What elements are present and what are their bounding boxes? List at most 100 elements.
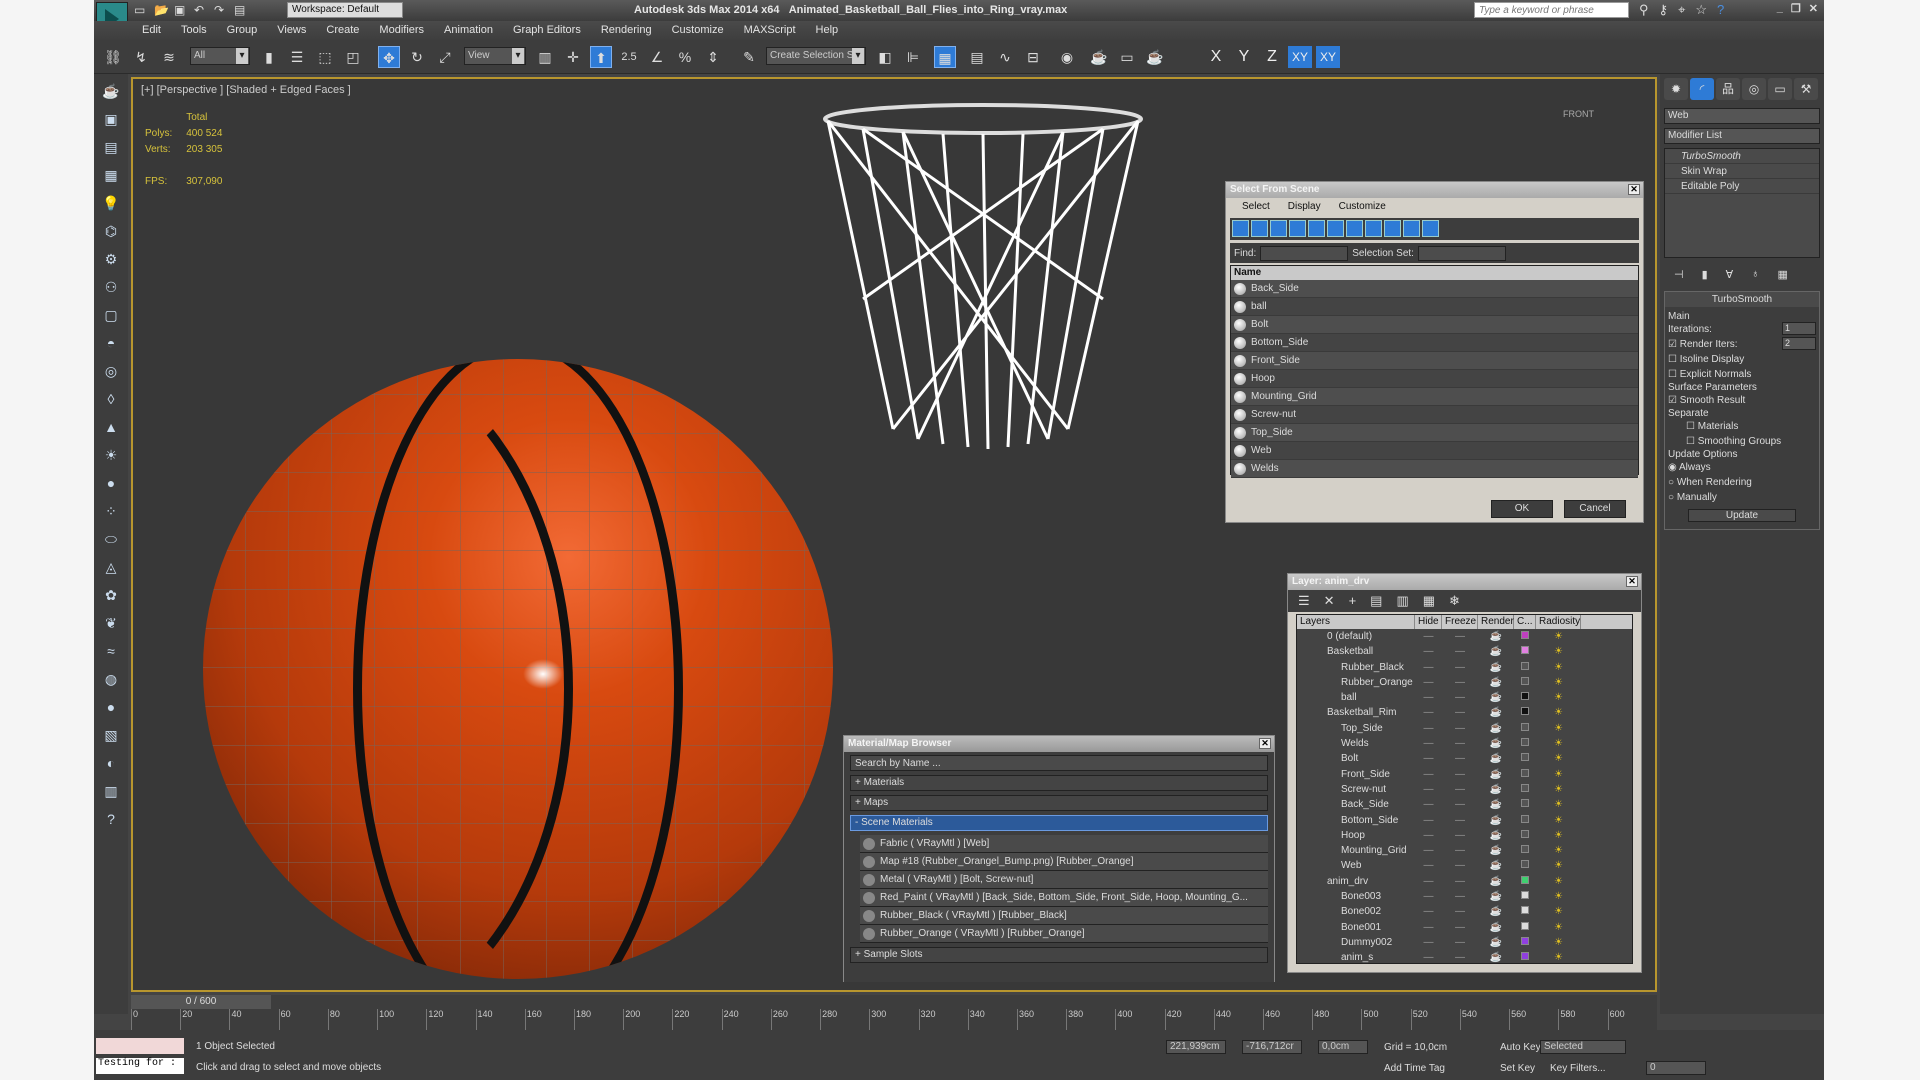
restore-icon[interactable]: ❐ <box>1791 2 1801 15</box>
freeze-toggle[interactable]: — <box>1442 935 1478 950</box>
keyboard-shortcut-toggle-icon[interactable]: ⬆ <box>590 46 612 68</box>
render-toggle-icon[interactable]: ☕ <box>1478 874 1514 889</box>
layer-row[interactable]: Back_Side — — ☕ ☀ <box>1297 797 1632 812</box>
layer-color-swatch[interactable] <box>1514 721 1536 736</box>
radiosity-icon[interactable]: ☀ <box>1536 690 1581 705</box>
mirror-icon[interactable]: ◧ <box>874 46 896 68</box>
render-toggle-icon[interactable]: ☕ <box>1478 705 1514 720</box>
freeze-toggle[interactable]: — <box>1442 843 1478 858</box>
angle-snap-icon[interactable]: ∠ <box>646 46 668 68</box>
col-freeze[interactable]: Freeze <box>1442 615 1478 629</box>
layer-row[interactable]: Front_Side — — ☕ ☀ <box>1297 767 1632 782</box>
percent-snap-icon[interactable]: % <box>674 46 696 68</box>
radiosity-icon[interactable]: ☀ <box>1536 904 1581 919</box>
hedra-icon[interactable]: ◊ <box>100 388 122 410</box>
sun-icon[interactable]: ☀ <box>100 444 122 466</box>
scene-object-row[interactable]: Mounting_Grid <box>1231 388 1638 406</box>
menu-rendering[interactable]: Rendering <box>601 21 652 40</box>
object-name-field[interactable]: Web <box>1664 108 1820 124</box>
hide-toggle[interactable]: — <box>1415 904 1442 919</box>
scene-material-item[interactable]: Metal ( VRayMtl ) [Bolt, Screw-nut] <box>860 871 1268 889</box>
scene-explorer-icon[interactable]: ▤ <box>966 46 988 68</box>
light-icon[interactable]: 💡 <box>100 192 122 214</box>
col-render[interactable]: Render <box>1478 615 1514 629</box>
particles-icon[interactable]: ⁘ <box>100 500 122 522</box>
restrict-z-button[interactable]: Z <box>1260 46 1284 68</box>
link-icon[interactable]: ⛓ <box>102 46 124 68</box>
x-coordinate-field[interactable]: 221,939cm <box>1166 1040 1226 1054</box>
select-move-icon[interactable]: ✥ <box>378 46 400 68</box>
ok-button[interactable]: OK <box>1491 500 1553 518</box>
freeze-toggle[interactable]: — <box>1442 782 1478 797</box>
scene-material-item[interactable]: Red_Paint ( VRayMtl ) [Back_Side, Bottom… <box>860 889 1268 907</box>
basketball-model[interactable] <box>203 359 833 979</box>
radiosity-icon[interactable]: ☀ <box>1536 828 1581 843</box>
manually-radio[interactable]: ○ Manually <box>1668 490 1717 505</box>
freeze-toggle[interactable]: — <box>1442 705 1478 720</box>
helper-icon[interactable]: ⚙ <box>100 248 122 270</box>
hair-icon[interactable]: ≈ <box>100 640 122 662</box>
render-toggle-icon[interactable]: ☕ <box>1478 767 1514 782</box>
xref-filter-icon[interactable] <box>1365 220 1382 237</box>
layer-color-swatch[interactable] <box>1514 935 1536 950</box>
pill-icon[interactable]: ⬭ <box>100 528 122 550</box>
current-frame-field[interactable]: 0 <box>1646 1061 1706 1075</box>
layer-color-swatch[interactable] <box>1514 675 1536 690</box>
render-production-icon[interactable]: ☕ <box>1144 46 1166 68</box>
smooth-result-checkbox[interactable]: Smooth Result <box>1668 393 1746 408</box>
stack-item-skin-wrap[interactable]: Skin Wrap <box>1665 164 1819 179</box>
torus-icon[interactable]: ◎ <box>100 360 122 382</box>
menu-modifiers[interactable]: Modifiers <box>379 21 424 40</box>
layer-color-swatch[interactable] <box>1514 736 1536 751</box>
freeze-toggle[interactable]: — <box>1442 675 1478 690</box>
create-layer-icon[interactable]: ☰ <box>1298 593 1310 609</box>
camera-filter-icon[interactable] <box>1289 220 1306 237</box>
layer-color-swatch[interactable] <box>1514 874 1536 889</box>
scene-material-item[interactable]: Map #18 (Rubber_Orangel_Bump.png) [Rubbe… <box>860 853 1268 871</box>
menu-customize[interactable]: Customize <box>1339 201 1386 212</box>
hide-toggle[interactable]: — <box>1415 629 1442 644</box>
freeze-toggle[interactable]: — <box>1442 920 1478 935</box>
key-icon[interactable]: ⚷ <box>1659 2 1669 18</box>
hide-toggle[interactable]: — <box>1415 874 1442 889</box>
make-unique-icon[interactable]: ∀ <box>1726 268 1734 281</box>
light-filter-icon[interactable] <box>1270 220 1287 237</box>
col-color[interactable]: C... <box>1514 615 1536 629</box>
menu-animation[interactable]: Animation <box>444 21 493 40</box>
maxscript-output[interactable]: Testing for : <box>96 1058 184 1074</box>
hide-toggle[interactable]: — <box>1415 767 1442 782</box>
hierarchy-tab-icon[interactable]: 品 <box>1716 78 1740 100</box>
menu-help[interactable]: Help <box>816 21 839 40</box>
layer-color-swatch[interactable] <box>1514 904 1536 919</box>
select-rotate-icon[interactable]: ↻ <box>406 46 428 68</box>
align-icon[interactable]: ⊫ <box>902 46 924 68</box>
menu-group[interactable]: Group <box>227 21 258 40</box>
binoculars-icon[interactable]: ⚲ <box>1639 2 1649 18</box>
render-toggle-icon[interactable]: ☕ <box>1478 751 1514 766</box>
render-toggle-icon[interactable]: ☕ <box>1478 797 1514 812</box>
menu-graph-editors[interactable]: Graph Editors <box>513 21 581 40</box>
always-radio[interactable]: ◉ Always <box>1668 460 1711 475</box>
radiosity-icon[interactable]: ☀ <box>1536 705 1581 720</box>
batch-render-icon[interactable]: ▥ <box>100 780 122 802</box>
close-icon[interactable]: ✕ <box>1626 576 1638 587</box>
radiosity-icon[interactable]: ☀ <box>1536 660 1581 675</box>
named-selection-dropdown[interactable]: Create Selection Se <box>766 47 866 65</box>
hide-toggle[interactable]: — <box>1415 843 1442 858</box>
spacewarp-filter-icon[interactable] <box>1327 220 1344 237</box>
ref-coord-dropdown[interactable]: View <box>464 47 526 65</box>
timeline[interactable]: 0 / 600 0 20 40 60 80 100 120 140 160 180 200 220 24… <box>131 995 1657 1030</box>
render-toggle-icon[interactable]: ☕ <box>1478 813 1514 828</box>
isoline-display-checkbox[interactable]: Isoline Display <box>1668 352 1744 367</box>
col-layers[interactable]: Layers <box>1297 615 1415 629</box>
selection-set-dropdown[interactable] <box>1417 245 1506 261</box>
open-file-icon[interactable]: 📂 <box>154 3 169 17</box>
layer-color-swatch[interactable] <box>1514 690 1536 705</box>
render-toggle-icon[interactable]: ☕ <box>1478 920 1514 935</box>
layer-row[interactable]: Basketball_Rim — — ☕ ☀ <box>1297 705 1632 720</box>
render-toggle-icon[interactable]: ☕ <box>1478 843 1514 858</box>
layer-manager-icon[interactable]: ▦ <box>934 46 956 68</box>
scene-object-row[interactable]: ball <box>1231 298 1638 316</box>
freeze-toggle[interactable]: — <box>1442 751 1478 766</box>
edit-named-selection-icon[interactable]: ✎ <box>738 46 760 68</box>
